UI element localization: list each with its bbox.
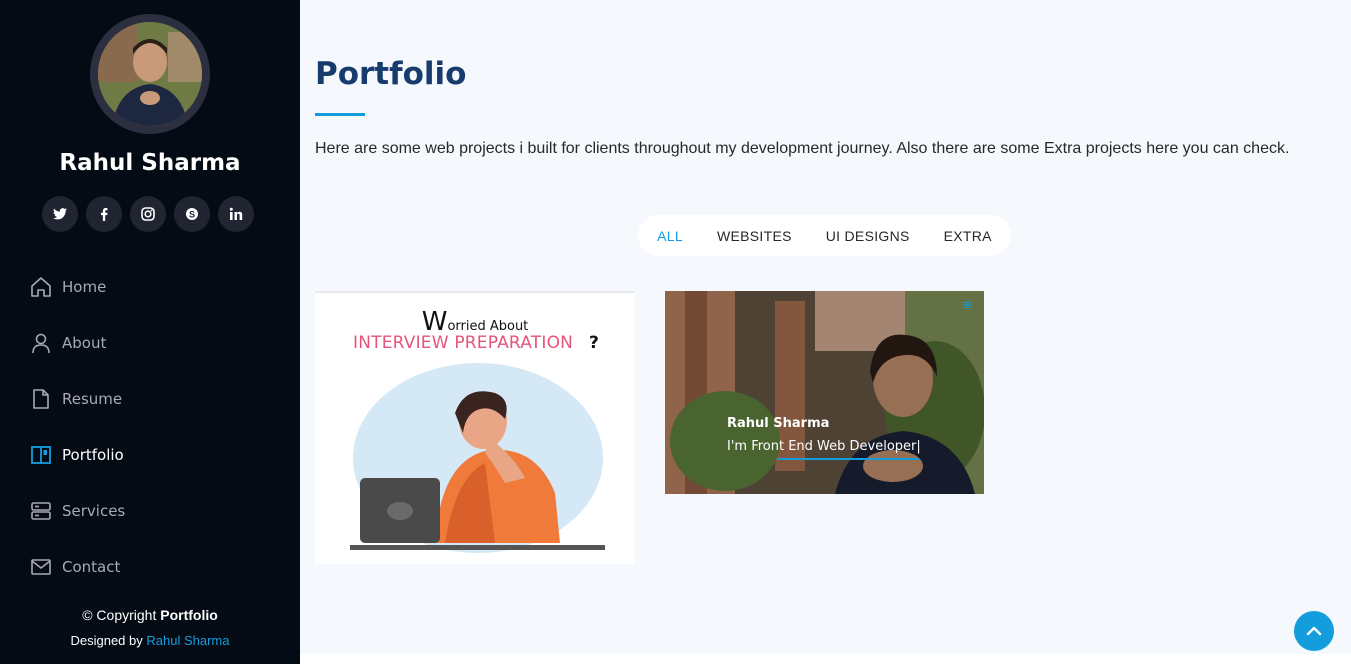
designed-by: Designed by Rahul Sharma bbox=[0, 633, 300, 648]
profile-name: Rahul Sharma bbox=[59, 150, 241, 176]
sidebar-item-services[interactable]: Services bbox=[30, 483, 125, 539]
book-icon bbox=[30, 444, 52, 466]
sidebar-item-about[interactable]: About bbox=[30, 315, 125, 371]
filter-websites[interactable]: WEBSITES bbox=[700, 228, 809, 244]
sidebar-item-label: Home bbox=[62, 278, 107, 296]
sidebar-item-contact[interactable]: Contact bbox=[30, 539, 125, 595]
filter-extra[interactable]: EXTRA bbox=[927, 228, 1009, 244]
card2-underline bbox=[777, 458, 919, 460]
main-content: Portfolio Here are some web projects i b… bbox=[300, 0, 1351, 654]
user-icon bbox=[30, 332, 52, 354]
copyright-prefix: © Copyright bbox=[82, 607, 157, 623]
filter-ui-designs[interactable]: UI DESIGNS bbox=[809, 228, 927, 244]
personal-site-photo bbox=[665, 291, 984, 494]
menu-icon: ≡ bbox=[962, 298, 973, 313]
sidebar-item-label: Services bbox=[62, 502, 126, 520]
instagram-icon[interactable] bbox=[130, 196, 166, 232]
server-icon bbox=[30, 500, 52, 522]
sidebar-item-label: Contact bbox=[62, 558, 121, 576]
sidebar: Rahul Sharma S Home About Resume Portfol… bbox=[0, 0, 300, 664]
filter-all[interactable]: ALL bbox=[640, 228, 700, 244]
card1-question-mark: ? bbox=[589, 333, 599, 353]
sidebar-item-home[interactable]: Home bbox=[30, 259, 125, 315]
sidebar-item-portfolio[interactable]: Portfolio bbox=[30, 427, 125, 483]
svg-text:S: S bbox=[189, 209, 195, 219]
portfolio-filters: ALL WEBSITES UI DESIGNS EXTRA bbox=[638, 215, 1011, 256]
sidebar-item-label: Portfolio bbox=[62, 446, 124, 464]
back-to-top-button[interactable] bbox=[1294, 611, 1334, 651]
portfolio-card-interview[interactable]: Worried About INTERVIEW PREPARATION ? bbox=[315, 291, 635, 564]
copyright: © Copyright Portfolio bbox=[0, 607, 300, 623]
page-title: Portfolio bbox=[315, 56, 467, 92]
chevron-up-icon bbox=[1306, 626, 1322, 636]
portfolio-card-personal-site[interactable]: ≡ Rahul Sharma I'm Front End Web Develop… bbox=[665, 291, 984, 494]
card2-name: Rahul Sharma bbox=[727, 416, 830, 431]
designed-prefix: Designed by bbox=[70, 633, 143, 648]
sidebar-item-label: Resume bbox=[62, 390, 123, 408]
avatar bbox=[90, 14, 210, 134]
file-icon bbox=[30, 388, 52, 410]
title-underline bbox=[315, 113, 365, 116]
designer-link[interactable]: Rahul Sharma bbox=[146, 633, 229, 648]
sidebar-item-resume[interactable]: Resume bbox=[30, 371, 125, 427]
envelope-icon bbox=[30, 556, 52, 578]
card1-subheadline: INTERVIEW PREPARATION bbox=[353, 333, 574, 353]
sidebar-nav: Home About Resume Portfolio Services Con… bbox=[30, 259, 125, 595]
facebook-icon[interactable] bbox=[86, 196, 122, 232]
home-icon bbox=[30, 276, 52, 298]
page-description: Here are some web projects i built for c… bbox=[315, 140, 1290, 157]
social-links: S bbox=[42, 196, 254, 232]
linkedin-icon[interactable] bbox=[218, 196, 254, 232]
twitter-icon[interactable] bbox=[42, 196, 78, 232]
copyright-brand: Portfolio bbox=[160, 607, 218, 623]
skype-icon[interactable]: S bbox=[174, 196, 210, 232]
card2-role: I'm Front End Web Developer| bbox=[727, 439, 921, 454]
sidebar-item-label: About bbox=[62, 334, 107, 352]
